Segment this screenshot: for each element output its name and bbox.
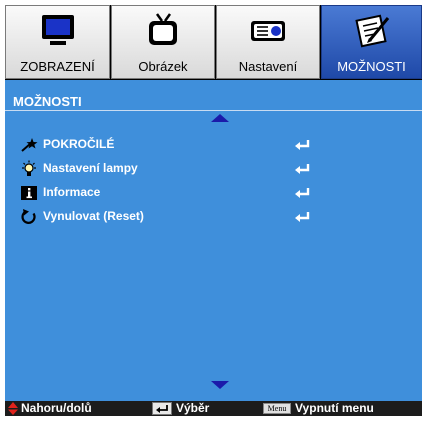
menu-item-information[interactable]: Informace bbox=[20, 184, 320, 202]
tab-picture[interactable]: Obrázek bbox=[111, 5, 215, 79]
footer-hint-bar: Nahoru/dolů Výběr Menu Vypnutí menu bbox=[5, 401, 422, 416]
tab-display[interactable]: ZOBRAZENÍ bbox=[5, 5, 110, 79]
enter-key-icon bbox=[152, 402, 172, 415]
enter-icon bbox=[295, 140, 310, 150]
tab-options[interactable]: MOŽNOSTI bbox=[321, 5, 422, 79]
options-panel: MOŽNOSTI POKROČILÉ Nastavení lampy Infor… bbox=[5, 80, 422, 401]
hint-select-label: Výběr bbox=[176, 401, 210, 415]
tv-icon bbox=[149, 13, 177, 45]
osd-menu: ZOBRAZENÍ Obrázek Nastavení MOŽNOSTI MOŽ… bbox=[5, 5, 422, 416]
display-icon bbox=[41, 15, 74, 45]
title-divider bbox=[5, 110, 422, 111]
menu-item-advanced[interactable]: POKROČILÉ bbox=[20, 136, 320, 154]
menu-key-icon: Menu bbox=[263, 403, 291, 414]
menu-item-lamp-settings[interactable]: Nastavení lampy bbox=[20, 160, 320, 178]
tab-settings[interactable]: Nastavení bbox=[216, 5, 320, 79]
menu-item-reset[interactable]: Vynulovat (Reset) bbox=[20, 208, 320, 226]
reset-icon bbox=[21, 209, 36, 224]
scroll-down-icon[interactable] bbox=[211, 381, 229, 389]
tab-bar: ZOBRAZENÍ Obrázek Nastavení MOŽNOSTI bbox=[5, 5, 422, 79]
enter-icon bbox=[295, 212, 310, 222]
hint-exit-menu: Menu Vypnutí menu bbox=[263, 401, 418, 416]
hint-select: Výběr bbox=[152, 401, 252, 416]
menu-item-label: Vynulovat (Reset) bbox=[43, 209, 144, 223]
menu-item-label: POKROČILÉ bbox=[43, 137, 115, 151]
tab-settings-label: Nastavení bbox=[238, 59, 298, 74]
advanced-icon bbox=[21, 138, 38, 152]
lamp-icon bbox=[22, 160, 36, 176]
menu-item-label: Informace bbox=[43, 185, 101, 199]
menu-item-label: Nastavení lampy bbox=[43, 161, 138, 175]
hint-navigate-label: Nahoru/dolů bbox=[21, 401, 92, 415]
hint-navigate: Nahoru/dolů bbox=[7, 401, 147, 416]
tab-options-label: MOŽNOSTI bbox=[337, 59, 406, 74]
projector-icon bbox=[251, 21, 285, 41]
scroll-up-icon[interactable] bbox=[211, 114, 229, 122]
info-icon bbox=[21, 186, 37, 200]
tab-picture-label: Obrázek bbox=[138, 59, 188, 74]
panel-title: MOŽNOSTI bbox=[13, 94, 82, 109]
enter-icon bbox=[295, 164, 310, 174]
options-icon bbox=[354, 14, 389, 48]
up-down-arrow-icon bbox=[8, 402, 18, 415]
enter-icon bbox=[295, 188, 310, 198]
hint-exit-label: Vypnutí menu bbox=[295, 401, 374, 415]
tab-display-label: ZOBRAZENÍ bbox=[20, 59, 95, 74]
